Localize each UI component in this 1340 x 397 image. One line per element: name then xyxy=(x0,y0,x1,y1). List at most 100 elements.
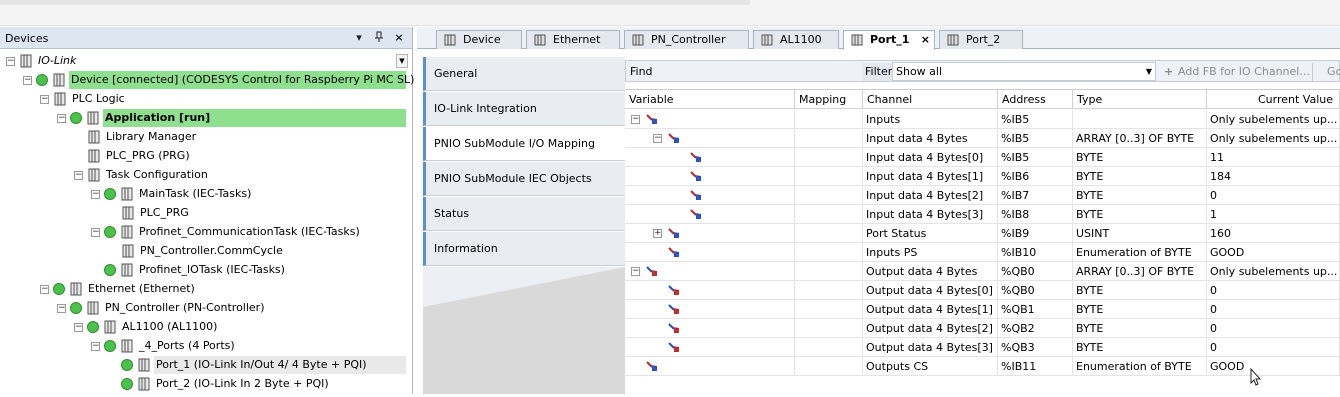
tab-port-1[interactable]: Port_1 × xyxy=(843,30,935,50)
table-row[interactable]: Input data 4 Bytes[3] %IB8 BYTE 1 xyxy=(625,205,1340,224)
tree-expander-icon[interactable]: − xyxy=(23,76,32,85)
tab-port-2[interactable]: Port_2 xyxy=(939,30,1023,49)
row-expander-icon[interactable]: − xyxy=(653,134,662,143)
table-row[interactable]: − Input data 4 Bytes %IB5 ARRAY [0..3] OF B… xyxy=(625,129,1340,148)
tree-expander-icon[interactable]: − xyxy=(6,57,15,66)
tree-item[interactable]: Library Manager xyxy=(0,128,412,146)
variable-cell[interactable]: − xyxy=(625,262,795,281)
table-row[interactable]: Input data 4 Bytes[1] %IB6 BYTE 184 xyxy=(625,167,1340,186)
variable-cell[interactable] xyxy=(625,281,795,300)
variable-cell[interactable]: − xyxy=(625,110,795,129)
variable-cell[interactable] xyxy=(625,338,795,357)
table-row[interactable]: Output data 4 Bytes[0] %QB0 BYTE 0 xyxy=(625,281,1340,300)
tree-item[interactable]: − Task Configuration xyxy=(0,166,412,184)
side-tab-general[interactable]: General xyxy=(423,57,625,91)
variable-cell[interactable] xyxy=(625,205,795,224)
tree-expander-icon[interactable]: − xyxy=(40,95,49,104)
variable-cell[interactable] xyxy=(625,319,795,338)
mapping-cell[interactable] xyxy=(795,319,863,338)
column-header[interactable]: Address xyxy=(998,90,1073,109)
mapping-cell[interactable] xyxy=(795,129,863,148)
tree-item[interactable]: PLC_PRG xyxy=(0,204,412,222)
tab-device[interactable]: Device xyxy=(436,30,522,49)
tree-item[interactable]: − Device [connected] (CODESYS Control for… xyxy=(0,71,414,89)
mapping-cell[interactable] xyxy=(795,300,863,319)
close-icon[interactable]: × xyxy=(392,31,406,45)
pin-icon[interactable] xyxy=(372,31,386,45)
side-tab-information[interactable]: Information xyxy=(423,232,625,266)
tree-item[interactable]: − MainTask (IEC-Tasks) xyxy=(0,185,412,203)
mapping-cell[interactable] xyxy=(795,186,863,205)
table-row[interactable]: Output data 4 Bytes[2] %QB2 BYTE 0 xyxy=(625,319,1340,338)
mapping-cell[interactable] xyxy=(795,110,863,129)
tree-item[interactable]: Port_2 (IO-Link In 2 Byte + PQI) xyxy=(0,375,412,393)
variable-cell[interactable]: − xyxy=(625,129,795,148)
tree-expander-icon[interactable]: − xyxy=(74,323,83,332)
tree-expander-icon[interactable]: − xyxy=(91,342,100,351)
tree-expander-icon[interactable]: − xyxy=(57,304,66,313)
variable-cell[interactable] xyxy=(625,148,795,167)
mapping-cell[interactable] xyxy=(795,167,863,186)
row-expander-icon[interactable]: − xyxy=(631,115,640,124)
tree-item[interactable]: PN_Controller.CommCycle xyxy=(0,242,412,260)
table-row[interactable]: Inputs PS %IB10 Enumeration of BYTE GOOD xyxy=(625,243,1340,262)
tree-item[interactable]: − Application [run] xyxy=(0,109,412,127)
mapping-cell[interactable] xyxy=(795,224,863,243)
table-row[interactable]: + Port Status %IB9 USINT 160 xyxy=(625,224,1340,243)
close-icon[interactable]: × xyxy=(921,31,930,48)
tree-item[interactable]: − Ethernet (Ethernet) xyxy=(0,280,412,298)
side-tab-pnio-submodule-iec-objects[interactable]: PNIO SubModule IEC Objects xyxy=(423,162,625,196)
table-row[interactable]: − Inputs %IB5 Only subelements up... xyxy=(625,110,1340,129)
variable-cell[interactable] xyxy=(625,167,795,186)
tree-expander-icon[interactable]: − xyxy=(74,171,83,180)
filter-select[interactable]: Show all ▼ xyxy=(892,62,1156,81)
variable-cell[interactable] xyxy=(625,243,795,262)
tree-item[interactable]: − PLC Logic xyxy=(0,90,412,108)
tree-item[interactable]: Profinet_IOTask (IEC-Tasks) xyxy=(0,261,412,279)
tab-al1100[interactable]: AL1100 xyxy=(753,30,839,49)
tree-expander-icon[interactable]: − xyxy=(57,114,66,123)
row-expander-icon[interactable]: − xyxy=(631,267,640,276)
side-tab-io-link-integration[interactable]: IO-Link Integration xyxy=(423,92,625,126)
tree-item[interactable]: PLC_PRG (PRG) xyxy=(0,147,412,165)
variable-cell[interactable]: + xyxy=(625,224,795,243)
column-header[interactable]: Type xyxy=(1073,90,1207,109)
side-tab-pnio-submodule-i-o-mapping[interactable]: PNIO SubModule I/O Mapping xyxy=(423,127,625,161)
variable-cell[interactable] xyxy=(625,357,795,376)
table-row[interactable]: Output data 4 Bytes[1] %QB1 BYTE 0 xyxy=(625,300,1340,319)
tree-expander-icon[interactable]: − xyxy=(40,285,49,294)
add-fb-button[interactable]: + Add FB for IO Channel... xyxy=(1162,63,1310,81)
row-expander-icon[interactable]: + xyxy=(653,229,662,238)
tree-expander-icon[interactable]: − xyxy=(91,228,100,237)
chevron-down-icon[interactable]: ▼ xyxy=(396,54,408,68)
variable-cell[interactable] xyxy=(625,186,795,205)
mapping-cell[interactable] xyxy=(795,281,863,300)
column-header[interactable]: Variable xyxy=(625,90,795,109)
tree-item[interactable]: − _4_Ports (4 Ports) xyxy=(0,337,412,355)
side-tab-status[interactable]: Status xyxy=(423,197,625,231)
mapping-cell[interactable] xyxy=(795,338,863,357)
column-header[interactable]: Mapping xyxy=(795,90,863,109)
chevron-down-icon[interactable]: ▾ xyxy=(352,31,366,45)
column-header[interactable]: Channel xyxy=(863,90,998,109)
mapping-cell[interactable] xyxy=(795,357,863,376)
table-row[interactable]: Input data 4 Bytes[2] %IB7 BYTE 0 xyxy=(625,186,1340,205)
column-header[interactable]: Current Value xyxy=(1207,90,1340,109)
tab-pn-controller[interactable]: PN_Controller xyxy=(624,30,749,49)
tree-item[interactable]: − PN_Controller (PN-Controller) xyxy=(0,299,412,317)
tab-ethernet[interactable]: Ethernet xyxy=(526,30,620,49)
mapping-cell[interactable] xyxy=(795,262,863,281)
find-label[interactable]: Find xyxy=(630,65,653,78)
mapping-cell[interactable] xyxy=(795,148,863,167)
table-row[interactable]: Input data 4 Bytes[0] %IB5 BYTE 11 xyxy=(625,148,1340,167)
variable-cell[interactable] xyxy=(625,300,795,319)
tree-item[interactable]: − AL1100 (AL1100) xyxy=(0,318,412,336)
table-row[interactable]: Outputs CS %IB11 Enumeration of BYTE GOOD xyxy=(625,357,1340,376)
table-row[interactable]: − Output data 4 Bytes %QB0 ARRAY [0..3] OF … xyxy=(625,262,1340,281)
table-row[interactable]: Output data 4 Bytes[3] %QB3 BYTE 0 xyxy=(625,338,1340,357)
goto-button[interactable]: Go xyxy=(1312,63,1340,81)
tree-item[interactable]: − Profinet_CommunicationTask (IEC-Tasks) xyxy=(0,223,412,241)
mapping-cell[interactable] xyxy=(795,243,863,262)
mapping-cell[interactable] xyxy=(795,205,863,224)
tree-item[interactable]: Port_1 (IO-Link In/Out 4/ 4 Byte + PQI) xyxy=(0,356,412,374)
